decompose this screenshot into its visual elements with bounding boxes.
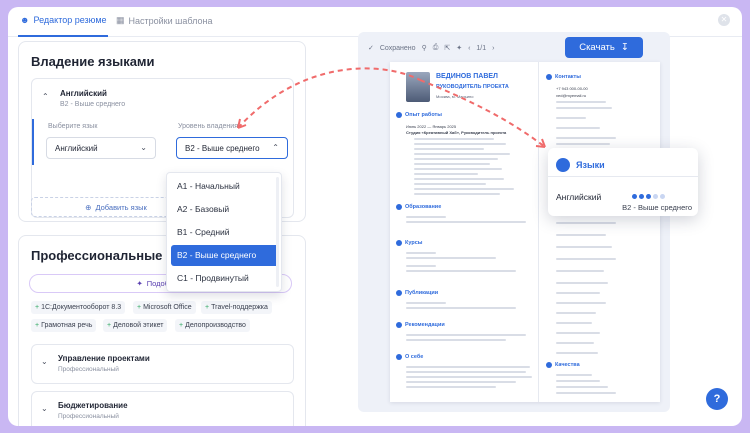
skill-item-level: Профессиональный (58, 366, 119, 373)
next-page-icon[interactable]: › (492, 45, 494, 52)
language-select-value: Английский (55, 143, 98, 153)
language-select[interactable]: Английский ⌄ (46, 137, 156, 159)
resume-section: Качества (546, 362, 580, 368)
language-item-level: B2 - Выше среднего (60, 101, 126, 108)
resume-section: О себе (396, 354, 423, 360)
contact-phone: +7 943 000-00-00 (556, 86, 588, 91)
level-dot (632, 194, 637, 199)
skill-chip[interactable]: + Travel-поддержка (201, 301, 272, 314)
skill-chip[interactable]: + Microsoft Office (133, 301, 196, 314)
tab-template-settings[interactable]: ▦ Настройки шаблона (116, 15, 212, 26)
contact-email: ved@myemail.ru (556, 93, 587, 98)
choose-language-label: Выберите язык (48, 123, 98, 130)
saved-status: Сохранено (379, 44, 416, 52)
popup-level-dots (632, 194, 665, 199)
resume-name: ВЕДИНОВ ПАВЕЛ (436, 73, 498, 80)
chevron-down-icon: ⌄ (140, 143, 147, 152)
language-item-name: Английский (60, 89, 107, 98)
column-divider (538, 62, 539, 402)
download-button[interactable]: Скачать ↧ (565, 37, 643, 58)
skill-chip-label: 1С:Документооборот 8.3 (41, 304, 122, 311)
chevron-down-icon: ⌄ (41, 404, 48, 413)
skill-chip-label: Деловой этикет (113, 322, 164, 329)
experience-dates: Июнь 2022 — Январь 2025 (406, 124, 457, 129)
grid-icon: ▦ (116, 15, 125, 25)
level-dot (660, 194, 665, 199)
resume-role: РУКОВОДИТЕЛЬ ПРОЕКТА (436, 84, 509, 90)
level-select[interactable]: B2 - Выше среднего ⌃ (176, 137, 288, 159)
page-indicator: 1/1 (476, 44, 487, 52)
popup-divider (548, 176, 698, 177)
chevron-up-icon: ⌃ (272, 143, 279, 152)
prev-page-icon[interactable]: ‹ (468, 45, 470, 52)
add-language-label: Добавить язык (95, 202, 147, 212)
print-icon[interactable]: ⎙ (433, 44, 439, 52)
popup-title: Языки (576, 160, 605, 170)
globe-icon (556, 158, 570, 172)
share-icon[interactable]: ⇱ (444, 44, 450, 52)
level-dropdown[interactable]: A1 - Начальный A2 - Базовый B1 - Средний… (166, 172, 282, 292)
level-label: Уровень владения (178, 123, 238, 130)
level-dot (653, 194, 658, 199)
active-tab-indicator (18, 35, 108, 37)
tab-resume-editor[interactable]: ☻ Редактор резюме (20, 15, 107, 25)
resume-section: Образование (396, 204, 441, 210)
popup-header: Языки (556, 158, 605, 172)
user-icon: ☻ (20, 15, 30, 25)
preview-toolbar: ✓ Сохранено ⚲ ⎙ ⇱ ✦ ‹ 1/1 › (368, 44, 494, 52)
skill-item[interactable]: ⌄ Бюджетирование Профессиональный (31, 391, 294, 426)
skill-item-level: Профессиональный (58, 413, 119, 420)
help-button[interactable]: ? (706, 388, 728, 410)
level-option-selected[interactable]: B2 - Выше среднего (171, 245, 279, 266)
resume-section: Публикации (396, 290, 438, 296)
languages-popup: Языки Английский B2 - Выше среднего (548, 148, 698, 216)
check-icon: ✓ (368, 45, 374, 52)
level-dot (646, 194, 651, 199)
dropdown-scrollbar[interactable] (276, 177, 279, 287)
resume-location: Москва, м. Марьино (436, 94, 474, 99)
tab-resume-editor-label: Редактор резюме (33, 15, 107, 25)
level-option[interactable]: A2 - Базовый (171, 199, 279, 220)
skill-chip-label: Грамотная речь (41, 322, 93, 329)
magic-wand-icon[interactable]: ✦ (456, 44, 462, 52)
level-dot (639, 194, 644, 199)
level-select-value: B2 - Выше среднего (185, 143, 260, 153)
download-label: Скачать (579, 42, 615, 53)
skill-item-title: Бюджетирование (58, 401, 128, 410)
tab-template-settings-label: Настройки шаблона (128, 15, 213, 26)
skill-chip[interactable]: + Делопроизводство (175, 319, 250, 332)
languages-title: Владение языками (31, 54, 155, 69)
skill-chip[interactable]: + Грамотная речь (31, 319, 97, 332)
skill-chip-label: Travel-поддержка (211, 304, 268, 311)
sparkle-icon: ✦ (136, 279, 143, 288)
close-icon[interactable]: ✕ (718, 14, 730, 26)
resume-section: Курсы (396, 240, 422, 246)
level-option[interactable]: A1 - Начальный (171, 176, 279, 197)
chevron-down-icon: ⌄ (41, 357, 48, 366)
popup-language: Английский (556, 192, 602, 202)
skill-chip-label: Делопроизводство (185, 322, 246, 329)
skill-item[interactable]: ⌄ Управление проектами Профессиональный (31, 344, 294, 384)
level-option[interactable]: B1 - Средний (171, 222, 279, 243)
skill-item-title: Управление проектами (58, 354, 150, 363)
download-icon: ↧ (620, 42, 629, 53)
skill-chip[interactable]: +1С:Документооборот 8.3 (31, 301, 126, 314)
language-edit-area: Выберите язык Английский ⌄ Уровень владе… (32, 119, 292, 165)
level-option[interactable]: C1 - Продвинутый (171, 268, 279, 289)
plus-circle-icon: ⊕ (85, 202, 92, 212)
resume-section: Рекомендации (396, 322, 445, 328)
avatar (406, 72, 430, 102)
chevron-up-icon[interactable]: ⌃ (42, 92, 49, 101)
popup-level: B2 - Выше среднего (622, 203, 692, 212)
experience-company: Студия «Креативный Хаб», Руководитель пр… (406, 130, 507, 135)
skill-chip-label: Microsoft Office (143, 304, 192, 311)
resume-page[interactable]: ВЕДИНОВ ПАВЕЛ РУКОВОДИТЕЛЬ ПРОЕКТА Москв… (390, 62, 660, 402)
resume-section: Опыт работы (396, 112, 442, 118)
resume-section: Контакты (546, 74, 581, 80)
skill-chip[interactable]: + Деловой этикет (103, 319, 168, 332)
zoom-icon[interactable]: ⚲ (422, 44, 427, 52)
